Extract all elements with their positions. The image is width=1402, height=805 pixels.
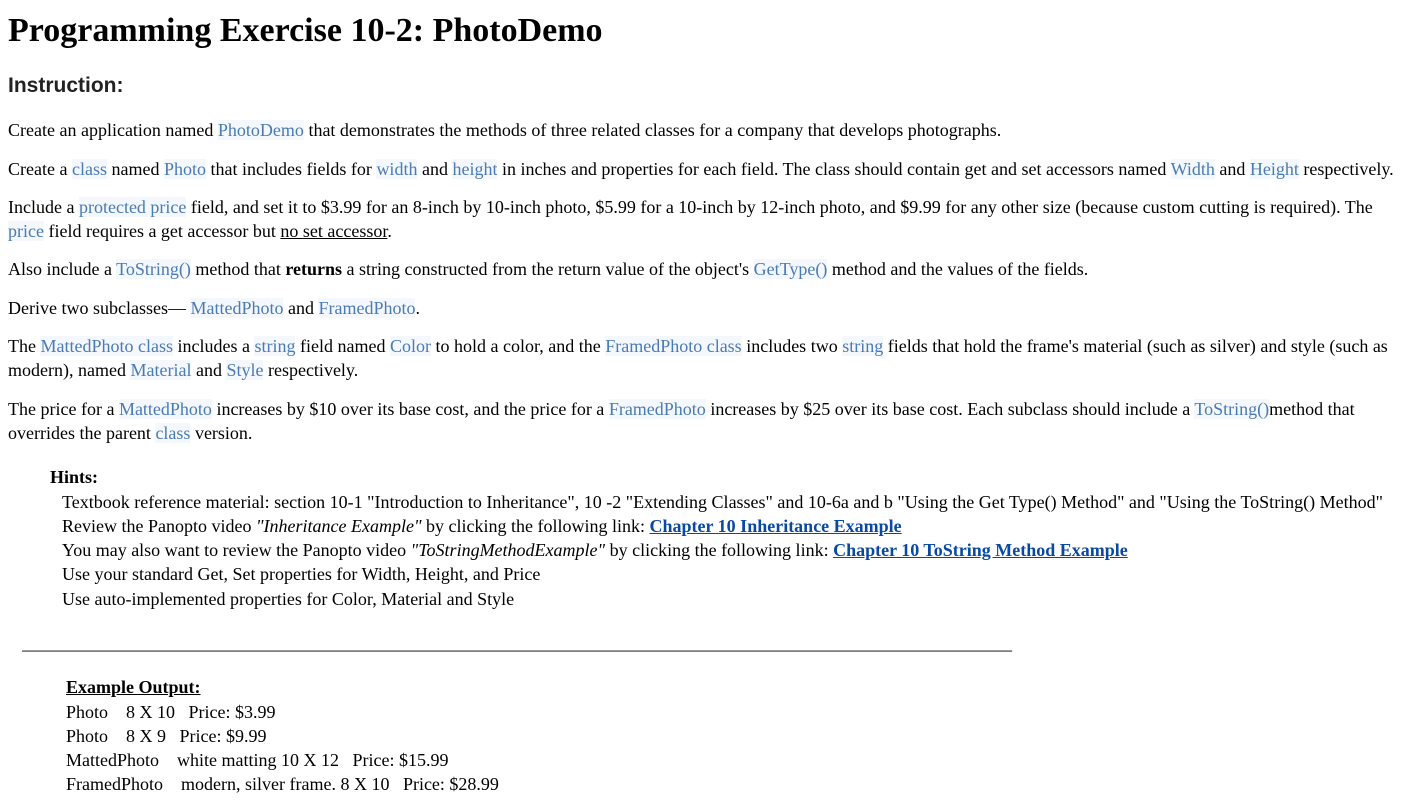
text: and <box>417 159 452 179</box>
paragraph-6: The MattedPhoto class includes a string … <box>8 334 1394 383</box>
hint-line-1: Textbook reference material: section 10-… <box>62 490 1394 514</box>
italic-tostring: "ToStringMethodExample" <box>411 540 605 560</box>
code-string-2: string <box>842 336 883 356</box>
code-tostring-2: ToString() <box>1194 399 1269 419</box>
code-color: Color <box>390 336 431 356</box>
hint-line-3: You may also want to review the Panopto … <box>62 538 1394 562</box>
text: Also include a <box>8 259 116 279</box>
text: Derive two subclasses— <box>8 298 190 318</box>
paragraph-3: Include a protected price field, and set… <box>8 195 1394 244</box>
code-photodemo: PhotoDemo <box>218 120 304 140</box>
code-height: height <box>452 159 497 179</box>
underline-no-set: no set accessor <box>280 221 387 241</box>
code-mattedphoto-class: MattedPhoto class <box>40 336 173 356</box>
text: named <box>107 159 164 179</box>
code-tostring: ToString() <box>116 259 191 279</box>
text: version. <box>190 423 252 443</box>
code-mattedphoto: MattedPhoto <box>190 298 283 318</box>
text: field requires a get accessor but <box>44 221 280 241</box>
code-width-prop: Width <box>1171 159 1215 179</box>
code-string: string <box>254 336 295 356</box>
text: includes a <box>173 336 254 356</box>
text: Create a <box>8 159 72 179</box>
text: by clicking the following link: <box>605 540 833 560</box>
bold-returns: returns <box>285 259 342 279</box>
text: includes two <box>742 336 843 356</box>
link-tostring-example[interactable]: Chapter 10 ToString Method Example <box>833 540 1128 560</box>
instruction-heading: Instruction: <box>8 72 1394 100</box>
hint-line-4: Use your standard Get, Set properties fo… <box>62 562 1394 586</box>
example-line-4: FramedPhoto modern, silver frame. 8 X 10… <box>66 772 1394 796</box>
text: that demonstrates the methods of three r… <box>304 120 1001 140</box>
text: respectively. <box>263 360 358 380</box>
code-framedphoto: FramedPhoto <box>318 298 415 318</box>
text: Include a <box>8 197 79 217</box>
code-protected-price: protected price <box>79 197 186 217</box>
hints-title: Hints: <box>50 465 1394 489</box>
code-style: Style <box>226 360 263 380</box>
text: You may also want to review the Panopto … <box>62 540 411 560</box>
code-framedphoto-2: FramedPhoto <box>609 399 706 419</box>
italic-inheritance: "Inheritance Example" <box>256 516 422 536</box>
text: a string constructed from the return val… <box>342 259 754 279</box>
text: method and the values of the fields. <box>827 259 1088 279</box>
example-line-2: Photo 8 X 9 Price: $9.99 <box>66 724 1394 748</box>
text: increases by $10 over its base cost, and… <box>212 399 609 419</box>
code-class-2: class <box>155 423 190 443</box>
code-height-prop: Height <box>1250 159 1299 179</box>
text: Review the Panopto video <box>62 516 256 536</box>
divider-line: ________________________________________… <box>22 631 1394 655</box>
text: and <box>1215 159 1250 179</box>
paragraph-5: Derive two subclasses— MattedPhoto and F… <box>8 296 1394 320</box>
text: Create an application named <box>8 120 218 140</box>
text: and <box>191 360 226 380</box>
text: The <box>8 336 40 356</box>
code-class: class <box>72 159 107 179</box>
paragraph-4: Also include a ToString() method that re… <box>8 257 1394 281</box>
example-line-3: MattedPhoto white matting 10 X 12 Price:… <box>66 748 1394 772</box>
hints-block: Hints: Textbook reference material: sect… <box>50 465 1394 611</box>
text: field named <box>295 336 389 356</box>
text: . <box>415 298 420 318</box>
paragraph-2: Create a class named Photo that includes… <box>8 157 1394 181</box>
code-mattedphoto-2: MattedPhoto <box>119 399 212 419</box>
text: field, and set it to $3.99 for an 8-inch… <box>186 197 1372 217</box>
code-photo: Photo <box>164 159 206 179</box>
page-title: Programming Exercise 10-2: PhotoDemo <box>8 8 1394 54</box>
text: increases by $25 over its base cost. Eac… <box>706 399 1195 419</box>
hint-line-5: Use auto-implemented properties for Colo… <box>62 587 1394 611</box>
text: . <box>387 221 392 241</box>
hint-line-2: Review the Panopto video "Inheritance Ex… <box>62 514 1394 538</box>
code-material: Material <box>130 360 191 380</box>
code-price: price <box>8 221 44 241</box>
paragraph-1: Create an application named PhotoDemo th… <box>8 118 1394 142</box>
text: and <box>283 298 318 318</box>
text: that includes fields for <box>206 159 376 179</box>
example-output-title: Example Output: <box>66 675 1394 699</box>
text: respectively. <box>1299 159 1394 179</box>
code-width: width <box>376 159 417 179</box>
paragraph-7: The price for a MattedPhoto increases by… <box>8 397 1394 446</box>
text: method that <box>191 259 285 279</box>
text: by clicking the following link: <box>422 516 650 536</box>
text: in inches and properties for each field.… <box>497 159 1170 179</box>
example-line-1: Photo 8 X 10 Price: $3.99 <box>66 700 1394 724</box>
text: The price for a <box>8 399 119 419</box>
code-gettype: GetType() <box>754 259 828 279</box>
example-output-block: Example Output: Photo 8 X 10 Price: $3.9… <box>66 675 1394 796</box>
link-inheritance-example[interactable]: Chapter 10 Inheritance Example <box>650 516 902 536</box>
text: to hold a color, and the <box>431 336 605 356</box>
code-framedphoto-class: FramedPhoto class <box>605 336 742 356</box>
